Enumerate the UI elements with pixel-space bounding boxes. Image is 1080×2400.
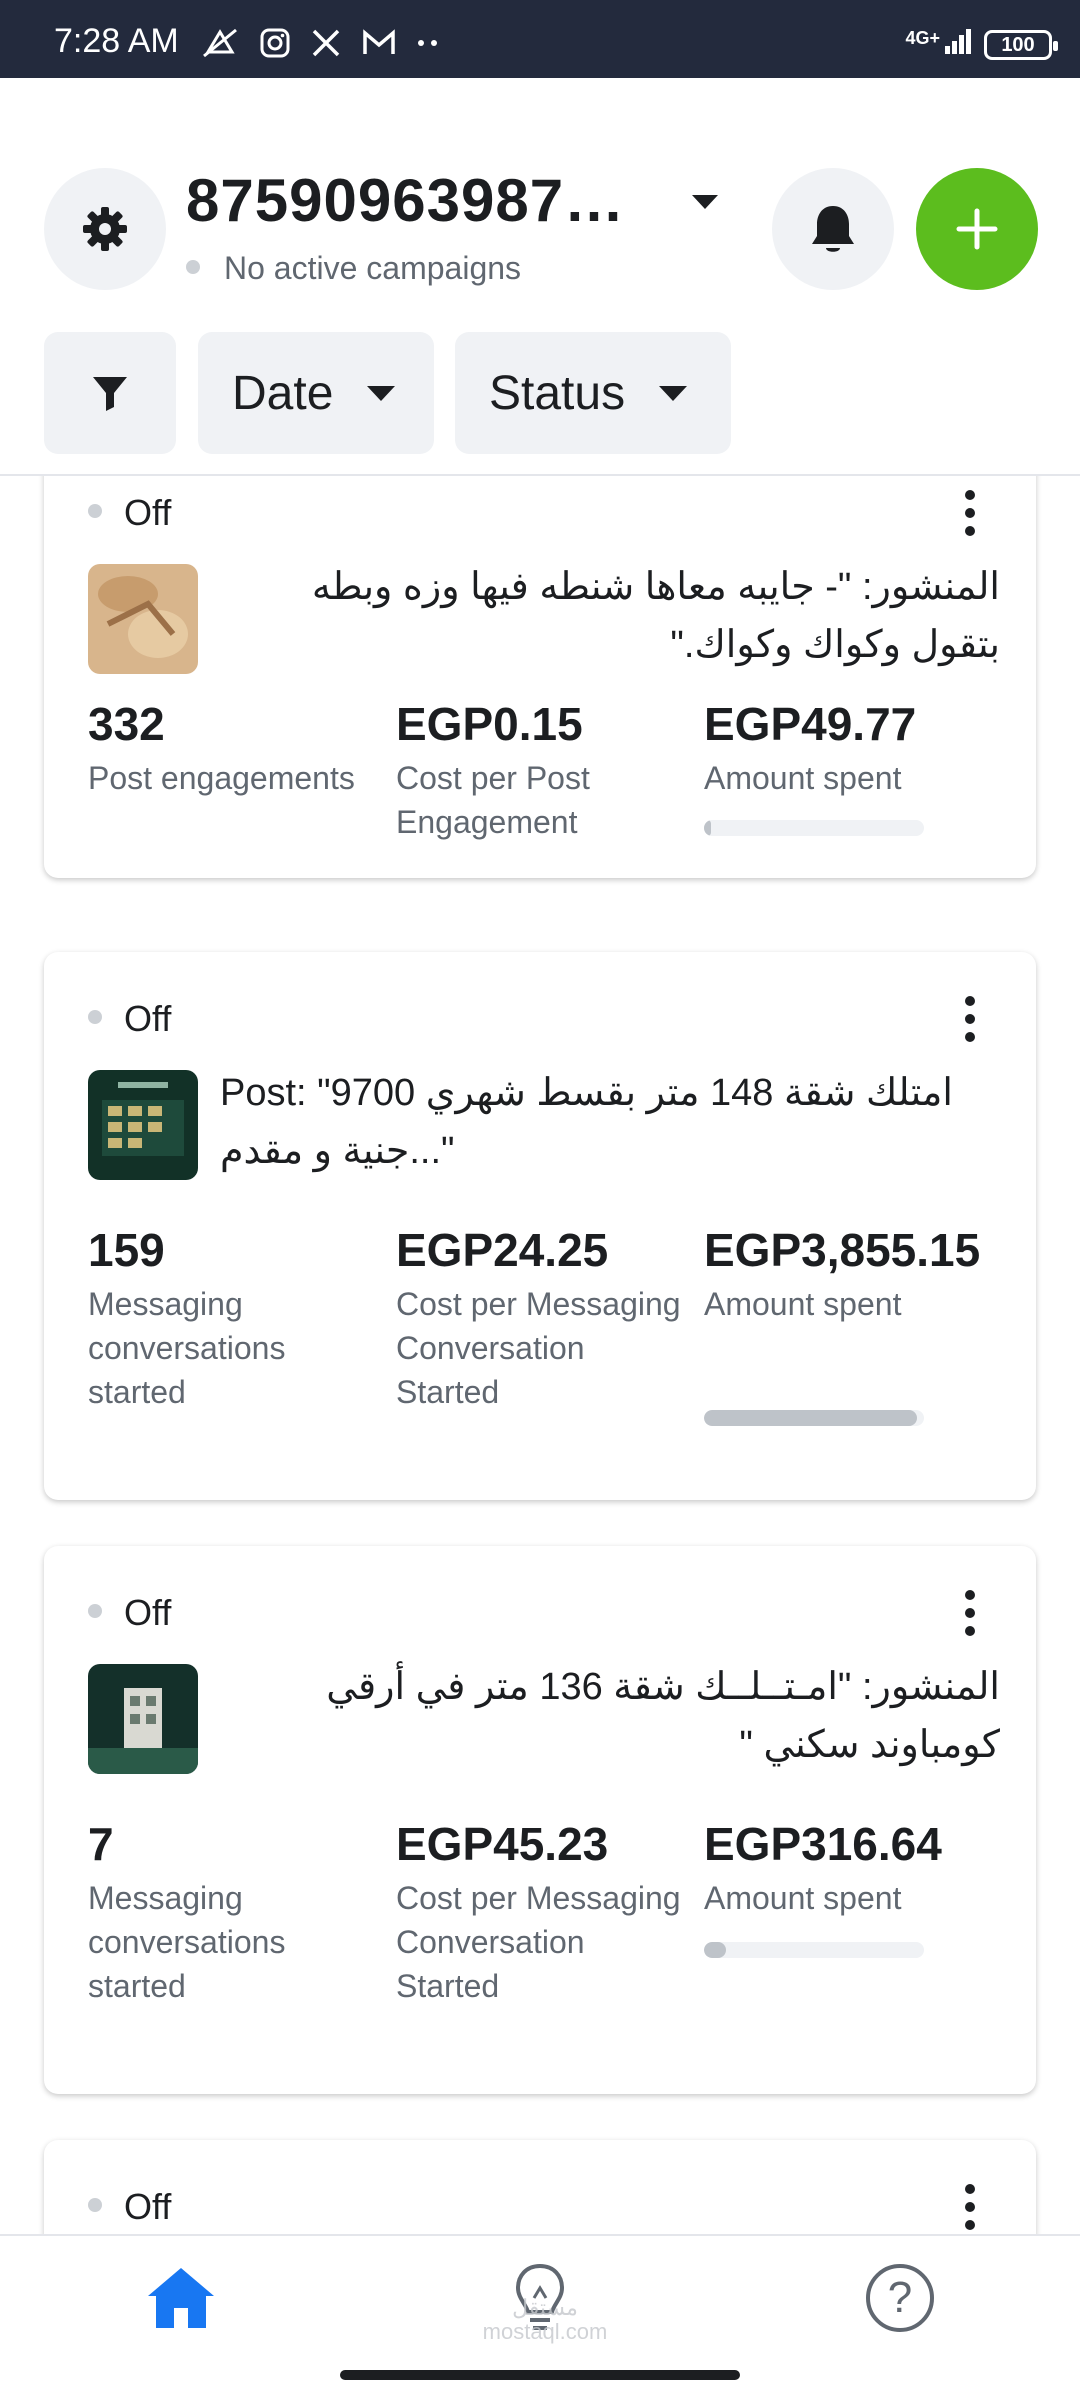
- metric-value: 332: [88, 698, 165, 750]
- metric-results: 159 Messaging conversations started: [88, 1218, 378, 1414]
- instagram-icon: [260, 28, 290, 58]
- status-dot: [88, 2198, 102, 2213]
- watermark: مستقل mostaql.com: [482, 2295, 608, 2344]
- chevron-down-icon: [659, 385, 688, 401]
- post-thumbnail: [88, 1070, 198, 1180]
- campaign-status: Off: [88, 492, 171, 534]
- metric-label: Amount spent: [704, 1880, 902, 1916]
- metric-label: Amount spent: [704, 760, 902, 796]
- progress-fill: [704, 820, 711, 836]
- account-selector[interactable]: 87590963987…: [186, 166, 625, 235]
- status-filter-button[interactable]: Status: [455, 332, 731, 454]
- status-filter-label: Status: [489, 366, 626, 420]
- campaign-card[interactable]: Off المنشور: "- جايبه معاها شنطه فيها وز…: [44, 476, 1036, 878]
- metric-amount-spent: EGP316.64 Amount spent: [704, 1812, 994, 1920]
- filter-button[interactable]: [44, 332, 176, 454]
- account-status: No active campaigns: [186, 250, 521, 287]
- metric-label: Cost per Messaging Conversation Started: [396, 1286, 681, 1410]
- status-text: Off: [124, 998, 172, 1039]
- metric-label: Messaging conversations started: [88, 1286, 286, 1410]
- metric-amount-spent: EGP49.77 Amount spent: [704, 692, 994, 800]
- gear-icon: [83, 207, 127, 251]
- chevron-down-icon[interactable]: [692, 195, 718, 209]
- metric-label: Cost per Messaging Conversation Started: [396, 1880, 681, 2004]
- post-text: المنشور: "امـتــلــك شقة 136 متر في أرقي…: [326, 1666, 1000, 1766]
- status-dot: [88, 1010, 102, 1025]
- progress-fill: [704, 1410, 918, 1426]
- notifications-button[interactable]: [772, 168, 894, 290]
- progress-fill: [704, 1942, 726, 1958]
- more-options-icon[interactable]: [960, 490, 980, 536]
- post-thumbnail: [88, 1664, 198, 1774]
- create-ad-button[interactable]: [916, 168, 1038, 290]
- spend-progress-bar: [704, 820, 924, 836]
- metric-cost-per-result: EGP0.15 Cost per Post Engagement: [396, 692, 686, 844]
- campaign-card[interactable]: Off Post: "9700 امتلك شقة 148 متر بقسط ش…: [44, 952, 1036, 1500]
- more-options-icon[interactable]: [960, 2184, 980, 2230]
- metric-value: EGP0.15: [396, 698, 583, 750]
- metric-label: Amount spent: [704, 1286, 902, 1322]
- bell-icon: [812, 206, 854, 252]
- metric-results: 7 Messaging conversations started: [88, 1812, 378, 2008]
- status-text: Off: [124, 1592, 172, 1633]
- more-options-icon[interactable]: [960, 1590, 980, 1636]
- metric-value: EGP3,855.15: [704, 1224, 981, 1276]
- metric-value: EGP24.25: [396, 1224, 609, 1276]
- campaign-card[interactable]: Off: [44, 2140, 1036, 2234]
- campaign-list[interactable]: Off المنشور: "- جايبه معاها شنطه فيها وز…: [0, 476, 1080, 2234]
- chevron-down-icon: [367, 385, 396, 401]
- metric-label: Cost per Post Engagement: [396, 760, 590, 840]
- campaign-status: Off: [88, 2186, 171, 2228]
- metric-value: 159: [88, 1224, 165, 1276]
- home-icon[interactable]: [146, 2266, 216, 2330]
- date-filter-label: Date: [232, 366, 334, 420]
- metric-results: 332 Post engagements: [88, 692, 378, 800]
- date-filter-button[interactable]: Date: [198, 332, 434, 454]
- more-options-icon[interactable]: [960, 996, 980, 1042]
- metric-value: EGP316.64: [704, 1818, 942, 1870]
- status-text: Off: [124, 492, 172, 533]
- plus-icon: [956, 208, 998, 250]
- status-dot: [186, 259, 200, 274]
- metric-label: Messaging conversations started: [88, 1880, 286, 2004]
- home-indicator[interactable]: [340, 2370, 740, 2380]
- metric-amount-spent: EGP3,855.15 Amount spent: [704, 1218, 994, 1326]
- network-type: 4G+: [905, 28, 940, 48]
- status-dot: [88, 1604, 102, 1619]
- status-time: 7:28 AM: [54, 22, 179, 60]
- signal-icon: [945, 26, 975, 54]
- notification-icons: [200, 22, 440, 60]
- metric-value: 7: [88, 1818, 114, 1870]
- post-text: المنشور: "- جايبه معاها شنطه فيها وزه وب…: [311, 566, 1000, 666]
- status-dot: [88, 504, 102, 519]
- metric-value: EGP49.77: [704, 698, 917, 750]
- spend-progress-bar: [704, 1410, 924, 1426]
- x-icon: [312, 29, 340, 56]
- help-icon[interactable]: ?: [866, 2264, 934, 2332]
- mute-icon: [203, 28, 237, 57]
- filter-icon: [93, 377, 127, 411]
- campaign-status: Off: [88, 1592, 171, 1634]
- status-text: Off: [124, 2186, 172, 2227]
- campaign-card[interactable]: Off المنشور: "امـتــلــك شقة 136 متر في …: [44, 1546, 1036, 2094]
- metric-label: Post engagements: [88, 760, 355, 796]
- battery-icon: 100: [984, 30, 1058, 60]
- metric-value: EGP45.23: [396, 1818, 609, 1870]
- post-thumbnail: [88, 564, 198, 674]
- spend-progress-bar: [704, 1942, 924, 1958]
- campaign-status: Off: [88, 998, 171, 1040]
- more-icon: [417, 39, 437, 46]
- gmail-icon: [362, 28, 395, 54]
- settings-button[interactable]: [44, 168, 166, 290]
- metric-cost-per-result: EGP24.25 Cost per Messaging Conversation…: [396, 1218, 686, 1414]
- status-bar: 7:28 AM 4G+ 100: [0, 0, 1080, 78]
- post-text: Post: "9700 امتلك شقة 148 متر بقسط شهري …: [220, 1072, 953, 1172]
- account-status-text: No active campaigns: [224, 250, 522, 286]
- metric-cost-per-result: EGP45.23 Cost per Messaging Conversation…: [396, 1812, 686, 2008]
